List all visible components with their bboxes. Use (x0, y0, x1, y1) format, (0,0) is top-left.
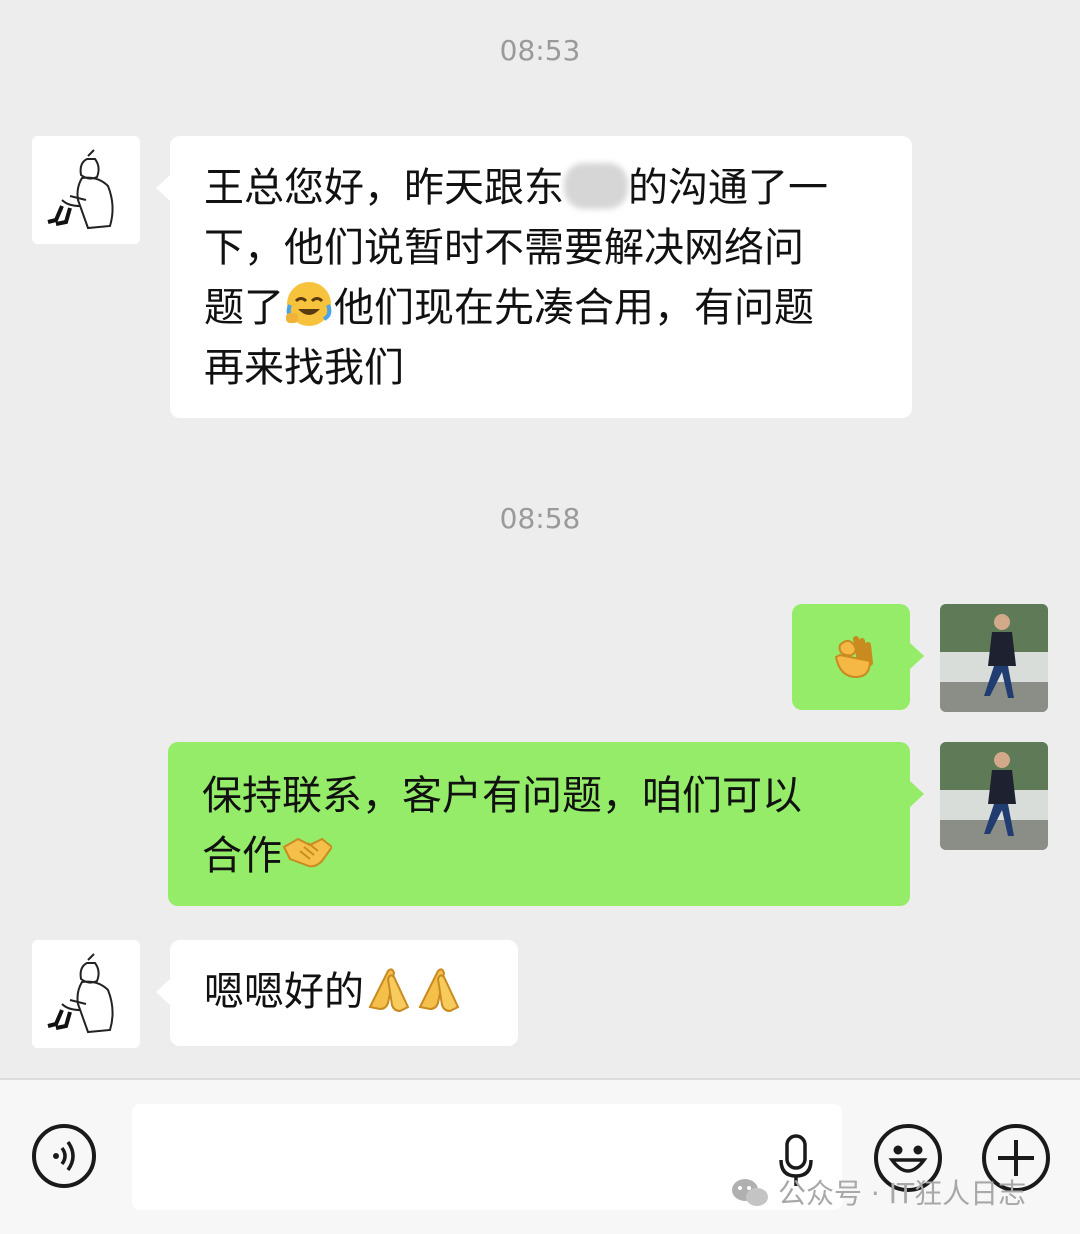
message-text: 嗯嗯好的 (170, 940, 518, 1022)
voice-mode-button[interactable] (32, 1124, 96, 1188)
ok-hand-emoji (834, 636, 873, 679)
pray-emoji (368, 968, 410, 1013)
my-avatar[interactable] (940, 604, 1048, 712)
input-bar: 公众号 · IT狂人日志 (0, 1078, 1080, 1234)
wechat-official-account-icon (732, 1179, 768, 1206)
bubble-tail (156, 174, 171, 202)
contact-avatar[interactable] (32, 940, 140, 1048)
message-line: 再来找我们 (204, 345, 404, 391)
message-text-segment: 的沟通了一 (628, 165, 828, 211)
message-line: 王总您好，昨天跟东 的沟通了一 (204, 158, 878, 218)
message-bubble-incoming[interactable]: 王总您好，昨天跟东 的沟通了一 下，他们说暂时不需要解决网络问 题了 他们现在先凑合… (156, 136, 912, 418)
bubble-tail (909, 780, 924, 808)
message-bubble-outgoing[interactable]: 保持联系，客户有问题，咱们可以 合作 (168, 742, 924, 906)
timestamp: 08:58 (499, 502, 581, 535)
message-text-segment: 嗯嗯好的 (204, 969, 364, 1015)
message-line: 合作 (202, 826, 876, 886)
photo-avatar-icon (940, 604, 1048, 712)
photo-avatar-icon (940, 742, 1048, 850)
contact-avatar[interactable] (32, 136, 140, 244)
sketch-person-avatar-icon (32, 136, 140, 244)
message-text-segment: 合作 (202, 833, 282, 879)
message-text-segment: 王总您好，昨天跟东 (204, 165, 564, 211)
message-line: 下，他们说暂时不需要解决网络问 (204, 225, 804, 271)
bubble-tail (156, 978, 171, 1006)
voice-mode-icon (53, 1140, 75, 1172)
message-text: 王总您好，昨天跟东 的沟通了一 下，他们说暂时不需要解决网络问 题了 他们现在先凑合… (170, 136, 912, 398)
handshake-emoji (282, 837, 332, 868)
pray-emoji (418, 968, 460, 1013)
watermark: 公众号 · IT狂人日志 (730, 1172, 1026, 1212)
face-with-tears-emoji (286, 282, 332, 326)
redaction-blur (564, 163, 628, 209)
message-emoji-wrapper (826, 630, 876, 690)
bubble-tail (909, 642, 924, 670)
message-line: 保持联系，客户有问题，咱们可以 (202, 773, 802, 819)
watermark-text: 公众号 · IT狂人日志 (778, 1177, 1027, 1210)
message-text-segment: 他们现在先凑合用，有问题 (334, 285, 814, 331)
my-avatar[interactable] (940, 742, 1048, 850)
message-line: 题了 他们现在先凑合用，有问题 (204, 278, 878, 338)
sketch-person-avatar-icon (32, 940, 140, 1048)
message-bubble-outgoing[interactable] (792, 604, 924, 710)
message-text-segment: 题了 (204, 285, 284, 331)
message-text: 保持联系，客户有问题，咱们可以 合作 (168, 742, 910, 886)
message-bubble-incoming[interactable]: 嗯嗯好的 (156, 940, 518, 1046)
timestamp: 08:53 (499, 34, 581, 67)
